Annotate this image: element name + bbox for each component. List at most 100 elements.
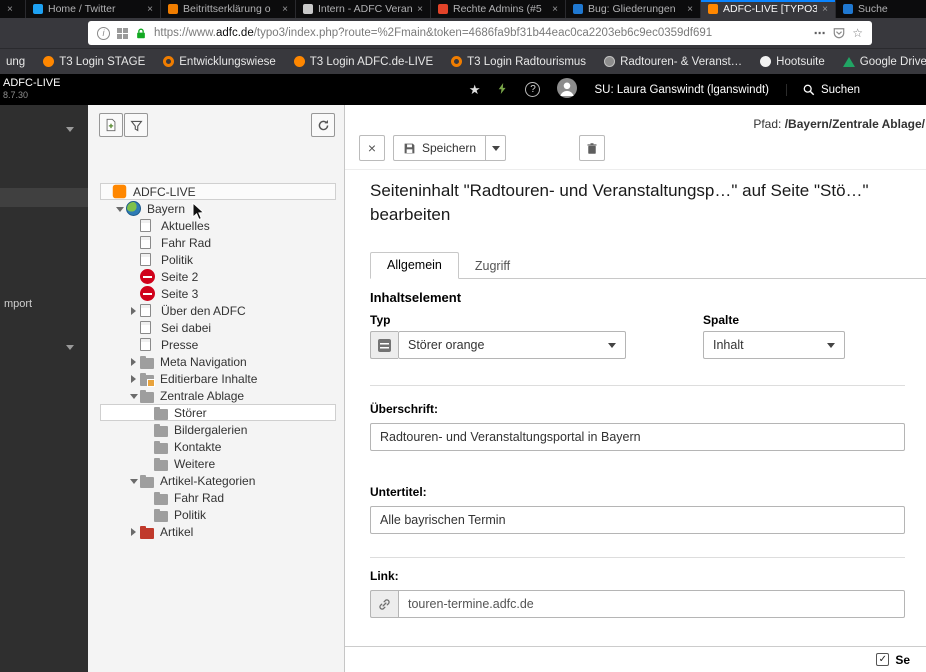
checkbox-icon[interactable]: ✓	[876, 653, 889, 666]
tree-node[interactable]: Politik	[100, 251, 336, 268]
untertitel-input[interactable]	[370, 506, 905, 534]
tab-close-icon[interactable]: ×	[417, 4, 423, 15]
tree-node[interactable]: Meta Navigation	[100, 353, 336, 370]
ueberschrift-input[interactable]	[370, 423, 905, 451]
save-dropdown-toggle[interactable]	[486, 135, 506, 161]
tree-node[interactable]: Aktuelles	[100, 217, 336, 234]
bookmark-item[interactable]: T3 Login Radtourismus	[451, 56, 586, 68]
url-text[interactable]: https://www.adfc.de/typo3/index.php?rout…	[154, 27, 807, 39]
help-icon[interactable]: ?	[525, 82, 540, 97]
tree-node[interactable]: Über den ADFC	[100, 302, 336, 319]
refresh-button[interactable]	[311, 113, 335, 137]
bookmark-label: Google Drive - Zugriff…	[860, 56, 926, 68]
username-menu[interactable]: SU: Laura Ganswindt (lganswindt)	[594, 84, 769, 96]
collapse-arrow-icon[interactable]	[115, 201, 126, 216]
typ-select[interactable]: Störer orange	[398, 331, 626, 359]
tab-close-icon[interactable]: ×	[7, 4, 13, 15]
link-input[interactable]	[398, 590, 905, 618]
bookmark-item[interactable]: Radtouren- & Veranst…	[604, 56, 742, 68]
toolbar-search[interactable]: Suchen	[786, 84, 860, 96]
page-actions-icon[interactable]: ⋯	[814, 26, 827, 40]
info-icon[interactable]: i	[97, 27, 110, 40]
browser-tab[interactable]: Bug: Gliederungen×	[566, 0, 701, 18]
tree-node[interactable]: Kontakte	[100, 438, 336, 455]
chevron-down-icon[interactable]	[66, 127, 74, 132]
tree-node-label: Zentrale Ablage	[158, 389, 244, 403]
expand-arrow-icon[interactable]	[129, 524, 140, 539]
tree-node[interactable]: Bayern	[100, 200, 336, 217]
collapse-arrow-icon[interactable]	[129, 388, 140, 403]
browser-tab[interactable]: ADFC-LIVE [TYPO3×	[701, 0, 836, 18]
untertitel-label: Untertitel:	[370, 485, 427, 499]
form-footer: ✓ Se	[345, 646, 926, 672]
filter-button[interactable]	[124, 113, 148, 137]
pocket-icon[interactable]	[833, 27, 845, 39]
browser-tab[interactable]: Suche	[836, 0, 926, 18]
tree-node[interactable]: Fahr Rad	[100, 489, 336, 506]
bookmarks-toolbar-icon[interactable]: ★	[469, 82, 481, 98]
url-input[interactable]: i https://www.adfc.de/typo3/index.php?ro…	[88, 21, 872, 45]
collapse-arrow-icon[interactable]	[129, 473, 140, 488]
tab-close-icon[interactable]: ×	[147, 4, 153, 15]
tree-node[interactable]: Editierbare Inhalte	[100, 370, 336, 387]
tree-node[interactable]: Politik	[100, 506, 336, 523]
tree-node[interactable]: Zentrale Ablage	[100, 387, 336, 404]
bookmark-item[interactable]: T3 Login STAGE	[43, 56, 145, 68]
browser-tab[interactable]: Intern - ADFC Veranstal×	[296, 0, 431, 18]
spalte-select[interactable]: Inhalt	[703, 331, 845, 359]
expand-arrow-icon[interactable]	[129, 354, 140, 369]
browser-tab[interactable]: Rechte Admins (#5×	[431, 0, 566, 18]
bookmark-favicon	[760, 56, 771, 67]
module-group-header[interactable]	[0, 188, 88, 207]
tab-close-icon[interactable]: ×	[282, 4, 288, 15]
expand-arrow-icon[interactable]	[129, 303, 140, 318]
page-tree: ADFC-LIVEBayernAktuellesFahr RadPolitikS…	[88, 183, 344, 540]
typ-select-value: Störer orange	[408, 338, 484, 352]
tree-node[interactable]: Bildergalerien	[100, 421, 336, 438]
bookmark-item[interactable]: ung	[6, 56, 25, 68]
tree-node-label: Sei dabei	[159, 321, 211, 335]
tree-indent	[129, 235, 140, 250]
expand-arrow-icon[interactable]	[129, 371, 140, 386]
save-button[interactable]: Speichern	[393, 135, 486, 161]
clear-cache-icon[interactable]	[497, 81, 508, 99]
module-item-import[interactable]: mport	[4, 298, 32, 310]
tree-node[interactable]: Störer	[100, 404, 336, 421]
close-button[interactable]: ×	[359, 135, 385, 161]
tab-favicon	[303, 4, 313, 14]
permissions-icon[interactable]	[117, 28, 128, 39]
tree-node[interactable]: ADFC-LIVE	[100, 183, 336, 200]
bookmark-item[interactable]: Google Drive - Zugriff…	[843, 56, 926, 68]
tree-node[interactable]: Seite 3	[100, 285, 336, 302]
browser-tab[interactable]: ×	[0, 0, 26, 18]
tree-node[interactable]: Seite 2	[100, 268, 336, 285]
tree-node[interactable]: Presse	[100, 336, 336, 353]
bookmark-item[interactable]: T3 Login ADFC.de-LIVE	[294, 56, 433, 68]
tab-close-icon[interactable]: ×	[822, 4, 828, 15]
chevron-down-icon[interactable]	[66, 345, 74, 350]
bookmark-item[interactable]: Entwicklungswiese	[163, 56, 276, 68]
tab-zugriff[interactable]: Zugriff	[459, 254, 526, 279]
lock-icon[interactable]	[135, 27, 147, 40]
tab-close-icon[interactable]: ×	[552, 4, 558, 15]
tree-node[interactable]: Sei dabei	[100, 319, 336, 336]
tree-node[interactable]: Fahr Rad	[100, 234, 336, 251]
tab-allgemein[interactable]: Allgemein	[370, 252, 459, 279]
browser-tab[interactable]: Home / Twitter×	[26, 0, 161, 18]
tree-node-label: Politik	[159, 253, 193, 267]
tree-node[interactable]: Weitere	[100, 455, 336, 472]
footer-checkbox-label[interactable]: Se	[895, 653, 910, 667]
bookmark-star-icon[interactable]: ☆	[852, 26, 863, 40]
tree-node[interactable]: Artikel-Kategorien	[100, 472, 336, 489]
folder-icon	[140, 477, 154, 488]
avatar[interactable]	[557, 78, 577, 101]
tree-node[interactable]: Artikel	[100, 523, 336, 540]
tab-close-icon[interactable]: ×	[687, 4, 693, 15]
page-icon	[140, 338, 151, 351]
bookmark-item[interactable]: Hootsuite	[760, 56, 825, 68]
delete-button[interactable]	[579, 135, 605, 161]
browser-tab[interactable]: Beitrittserklärung o×	[161, 0, 296, 18]
folder-red-icon	[140, 528, 154, 539]
folder-icon	[154, 443, 168, 454]
new-page-button[interactable]	[99, 113, 123, 137]
